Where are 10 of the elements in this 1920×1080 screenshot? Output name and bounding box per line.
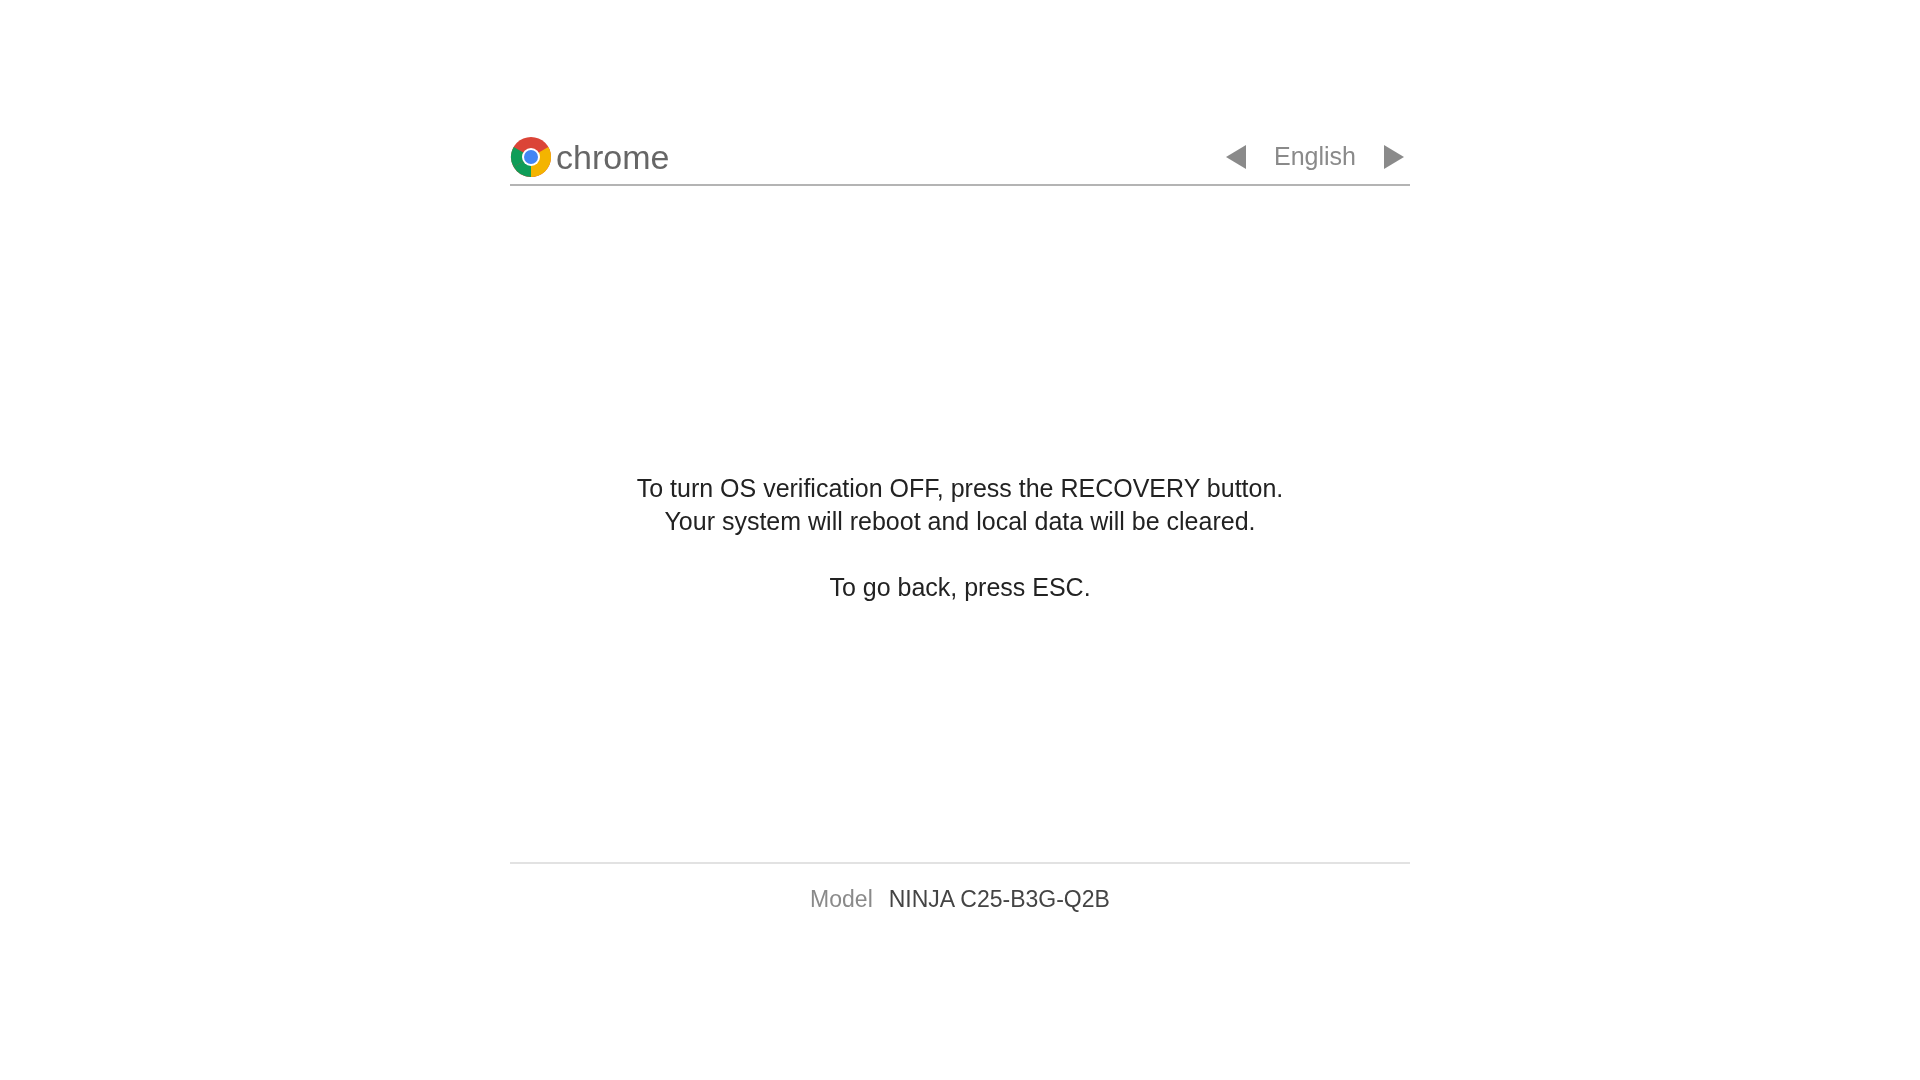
language-label: English — [1274, 141, 1356, 173]
logo-text: chrome — [556, 140, 670, 174]
logo-icon — [510, 136, 552, 178]
message-text: Your system will reboot and local data will be cleared. — [664, 506, 1256, 537]
model-label: Model — [810, 885, 873, 914]
right-arrow-icon[interactable] — [1384, 145, 1404, 169]
model-value: NINJA C25-B3G-Q2B — [888, 885, 1110, 914]
message-text: To go back, press ESC. — [829, 572, 1091, 603]
left-arrow-icon[interactable] — [1226, 145, 1246, 169]
message-text: To turn OS verification OFF, press the RECOVERY button. — [636, 473, 1284, 504]
